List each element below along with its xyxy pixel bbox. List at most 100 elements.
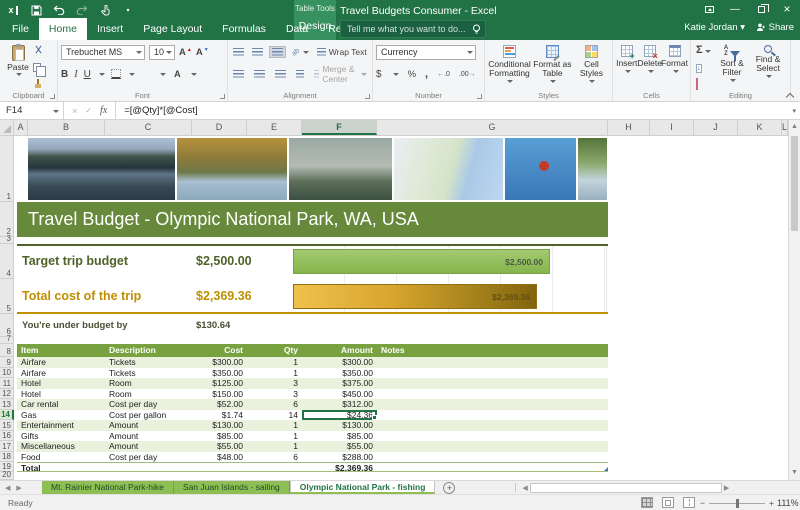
clear-icon[interactable] [696, 79, 698, 89]
table-cell[interactable]: $150.00 [192, 389, 247, 400]
table-cell[interactable]: Gifts [17, 431, 105, 442]
account-name[interactable]: Katie Jordan ▾ [684, 22, 745, 33]
cancel-icon[interactable]: × [72, 106, 77, 116]
tab-data[interactable]: Data [276, 18, 318, 40]
table-cell[interactable] [377, 389, 608, 400]
ribbon-display-options-icon[interactable] [696, 0, 722, 18]
font-color-dropdown-icon[interactable] [191, 73, 197, 76]
column-header-E[interactable]: E [247, 120, 302, 135]
table-cell[interactable]: $130.00 [302, 420, 377, 431]
table-header-amount[interactable]: Amount [302, 344, 377, 357]
table-cell[interactable]: Hotel [17, 378, 105, 389]
column-header-B[interactable]: B [28, 120, 105, 135]
table-cell[interactable]: 14 [247, 410, 302, 421]
zoom-out-icon[interactable]: − [700, 498, 705, 508]
font-name-combo[interactable]: Trebuchet MS [61, 45, 145, 60]
tab-formulas[interactable]: Formulas [212, 18, 276, 40]
table-cell[interactable]: 1 [247, 431, 302, 442]
enter-icon[interactable]: ✓ [85, 106, 92, 115]
table-cell[interactable] [377, 399, 608, 410]
new-sheet-icon[interactable]: + [443, 482, 455, 494]
row-header-16[interactable]: 16 [0, 431, 14, 442]
row-header-1[interactable]: 1 [0, 136, 14, 202]
table-cell[interactable]: Amount [105, 431, 192, 442]
delete-cells-button[interactable]: × Delete [637, 43, 662, 88]
conditional-formatting-button[interactable]: Conditional Formatting [488, 43, 531, 88]
row-header-4[interactable]: 4 [0, 244, 14, 279]
row-header-8[interactable]: 8 [0, 344, 14, 357]
table-cell[interactable]: Gas [17, 410, 105, 421]
table-cell[interactable]: 3 [247, 378, 302, 389]
table-cell[interactable]: $350.00 [192, 368, 247, 379]
tab-home[interactable]: Home [39, 18, 87, 40]
row-header-11[interactable]: 11 [0, 378, 14, 389]
table-cell[interactable]: $300.00 [192, 357, 247, 368]
insert-function-icon[interactable]: fx [100, 105, 107, 116]
table-cell[interactable]: 6 [247, 452, 302, 463]
table-cell[interactable] [377, 368, 608, 379]
decrease-decimal-icon[interactable]: .00→ [459, 71, 476, 78]
column-header-H[interactable]: H [608, 120, 650, 135]
table-cell[interactable]: Airfare [17, 368, 105, 379]
tell-me-box[interactable]: Tell me what you want to do... [340, 20, 486, 38]
table-row[interactable]: EntertainmentAmount$130.001$130.00 [17, 420, 608, 431]
zoom-slider-handle[interactable] [736, 499, 739, 508]
table-cell[interactable]: $350.00 [302, 368, 377, 379]
italic-button[interactable]: I [74, 69, 77, 80]
bottom-align-icon[interactable] [269, 46, 286, 58]
table-cell[interactable] [377, 452, 608, 463]
table-cell[interactable]: Room [105, 389, 192, 400]
customize-qat-icon[interactable]: ▾ [121, 4, 135, 16]
shrink-font-icon[interactable]: A▼ [196, 47, 209, 58]
table-cell[interactable]: $55.00 [302, 441, 377, 452]
close-icon[interactable]: × [774, 0, 800, 18]
budget-bar-chart[interactable]: $2,500.00 $2,369.36 [293, 246, 607, 312]
row-header-5[interactable]: 5 [0, 279, 14, 314]
table-header-item[interactable]: Item [17, 344, 105, 357]
table-cell[interactable]: $375.00 [302, 378, 377, 389]
accounting-dropdown-icon[interactable] [393, 73, 399, 76]
table-row[interactable]: GiftsAmount$85.001$85.00 [17, 431, 608, 442]
table-cell[interactable]: $450.00 [302, 389, 377, 400]
format-as-table-button[interactable]: Format as Table [531, 43, 574, 88]
table-cell[interactable]: $130.00 [192, 420, 247, 431]
autosum-icon[interactable]: Σ [696, 45, 711, 55]
prev-sheet-icon[interactable]: ◀ [5, 484, 10, 492]
column-header-K[interactable]: K [738, 120, 782, 135]
font-dialog-launcher-icon[interactable] [220, 94, 225, 99]
alignment-dialog-launcher-icon[interactable] [365, 94, 370, 99]
table-cell[interactable]: Food [17, 452, 105, 463]
row-header-2[interactable]: 2 [0, 202, 14, 237]
column-header-A[interactable]: A [14, 120, 28, 135]
row-header-14[interactable]: 14 [0, 410, 14, 421]
align-left-icon[interactable] [231, 69, 246, 79]
row-header-17[interactable]: 17 [0, 441, 14, 452]
tab-page-layout[interactable]: Page Layout [133, 18, 212, 40]
column-header-C[interactable]: C [105, 120, 192, 135]
hscroll-left-icon[interactable]: ◀ [522, 484, 527, 492]
table-cell[interactable]: Miscellaneous [17, 441, 105, 452]
table-cell[interactable]: $55.00 [192, 441, 247, 452]
row-header-12[interactable]: 12 [0, 389, 14, 400]
table-cell[interactable] [377, 410, 608, 421]
formula-input[interactable]: =[@Qty]*[@Cost] [116, 105, 792, 116]
cell-styles-button[interactable]: Cell Styles [574, 43, 609, 88]
table-cell[interactable] [377, 420, 608, 431]
table-row[interactable]: FoodCost per day$48.006$288.00 [17, 452, 608, 463]
table-cell[interactable]: 6 [247, 399, 302, 410]
minimize-icon[interactable]: — [722, 0, 748, 18]
table-cell[interactable]: $52.00 [192, 399, 247, 410]
table-row[interactable]: HotelRoom$150.003$450.00 [17, 389, 608, 400]
select-all-corner[interactable] [0, 120, 14, 135]
table-cell[interactable] [377, 441, 608, 452]
table-cell[interactable]: 1 [247, 441, 302, 452]
share-button[interactable]: Share [756, 22, 794, 33]
center-icon[interactable] [252, 69, 267, 79]
table-row[interactable]: GasCost per gallon$1.7414$24.36 [17, 410, 608, 421]
zoom-in-icon[interactable]: + [769, 498, 774, 508]
tabbar-splitter[interactable] [515, 483, 516, 492]
table-cell[interactable] [377, 431, 608, 442]
copy-icon[interactable] [33, 63, 41, 72]
borders-icon[interactable] [111, 69, 121, 79]
table-cell[interactable]: Amount [105, 420, 192, 431]
